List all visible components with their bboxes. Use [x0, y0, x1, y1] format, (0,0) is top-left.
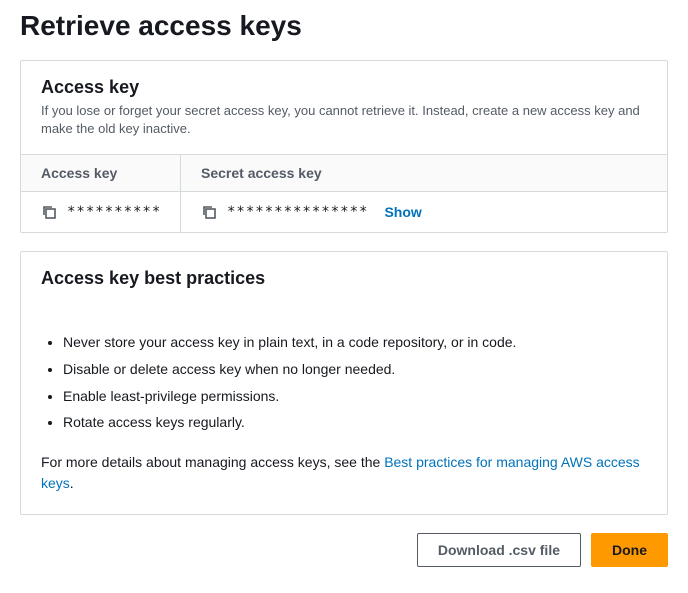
- best-practices-body: Never store your access key in plain tex…: [21, 309, 667, 513]
- best-practices-title: Access key best practices: [41, 268, 647, 289]
- secret-access-key-value: ***************: [227, 204, 368, 220]
- show-secret-link[interactable]: Show: [384, 204, 421, 220]
- copy-icon[interactable]: [41, 204, 57, 220]
- done-button[interactable]: Done: [591, 533, 668, 567]
- list-item: Disable or delete access key when no lon…: [63, 356, 647, 383]
- download-csv-button[interactable]: Download .csv file: [417, 533, 581, 567]
- secret-access-key-column-header: Secret access key: [181, 155, 667, 191]
- access-key-panel-header: Access key If you lose or forget your se…: [21, 61, 667, 155]
- access-key-panel-title: Access key: [41, 77, 647, 98]
- best-practices-header: Access key best practices: [21, 252, 667, 309]
- best-practices-list: Never store your access key in plain tex…: [41, 329, 647, 435]
- access-key-panel-description: If you lose or forget your secret access…: [41, 102, 647, 138]
- secret-access-key-cell: *************** Show: [181, 192, 667, 232]
- footer-suffix: .: [70, 475, 74, 491]
- list-item: Never store your access key in plain tex…: [63, 329, 647, 356]
- access-key-value: **********: [67, 204, 161, 220]
- footer-prefix: For more details about managing access k…: [41, 454, 384, 470]
- best-practices-footer: For more details about managing access k…: [41, 452, 647, 494]
- action-bar: Download .csv file Done: [20, 533, 668, 567]
- copy-icon[interactable]: [201, 204, 217, 220]
- access-key-panel: Access key If you lose or forget your se…: [20, 60, 668, 233]
- access-key-table-header: Access key Secret access key: [21, 155, 667, 192]
- page-title: Retrieve access keys: [20, 10, 668, 42]
- access-key-cell: **********: [21, 192, 181, 232]
- list-item: Rotate access keys regularly.: [63, 409, 647, 436]
- access-key-table-row: ********** *************** Show: [21, 192, 667, 232]
- best-practices-panel: Access key best practices Never store yo…: [20, 251, 668, 514]
- access-key-column-header: Access key: [21, 155, 181, 191]
- list-item: Enable least-privilege permissions.: [63, 383, 647, 410]
